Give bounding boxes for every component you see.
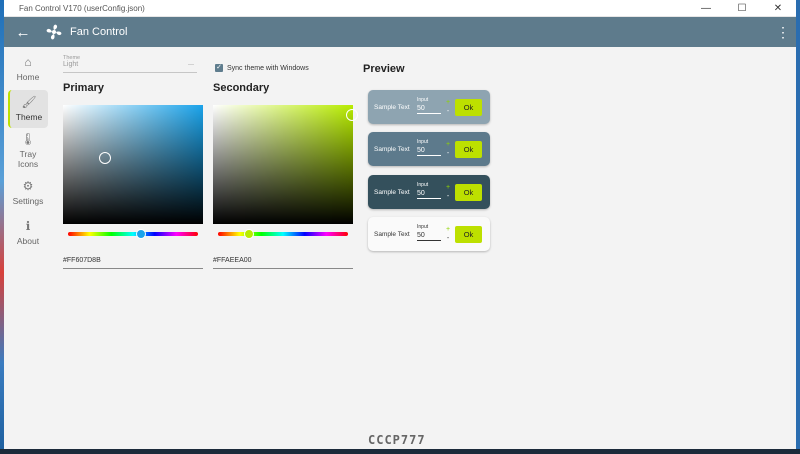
app-title: Fan Control <box>70 26 128 38</box>
info-icon: ℹ <box>25 218 31 233</box>
secondary-heading: Secondary <box>213 82 270 94</box>
primary-color-picker[interactable] <box>63 105 203 224</box>
sidebar-item-label: Tray Icons <box>17 148 39 169</box>
secondary-hue-slider[interactable] <box>218 229 348 239</box>
sidebar-item-about[interactable]: ℹ About <box>8 214 48 252</box>
sidebar-item-label: Theme <box>15 111 43 122</box>
gear-icon: ⚙ <box>22 178 34 193</box>
primary-color-selector[interactable] <box>99 152 111 164</box>
primary-hue-thumb[interactable] <box>135 229 146 239</box>
decrement-button[interactable]: - <box>443 192 453 201</box>
sample-input[interactable]: Input 50 <box>417 95 443 119</box>
secondary-color-picker[interactable] <box>213 105 358 224</box>
value-overlay <box>63 105 203 224</box>
sidebar-item-home[interactable]: ⌂ Home <box>8 50 48 88</box>
secondary-color-selector[interactable] <box>346 109 358 121</box>
sidebar-item-label: Home <box>16 71 40 82</box>
sample-input-label: Input <box>417 182 429 188</box>
sample-input-label: Input <box>417 97 429 103</box>
value-overlay <box>213 105 353 224</box>
sample-input[interactable]: Input 50 <box>417 222 443 246</box>
sidebar-item-theme[interactable]: 🖌 Theme <box>8 90 48 128</box>
taskbar <box>0 449 800 454</box>
preview-card: Sample Text Input 50 + - Ok <box>368 132 490 166</box>
dropdown-arrow-icon: — <box>188 62 194 68</box>
stepper[interactable]: + - <box>443 225 453 243</box>
theme-select-value: Light <box>63 61 79 68</box>
sample-input-label: Input <box>417 139 429 145</box>
sample-text: Sample Text <box>374 188 410 196</box>
home-icon: ⌂ <box>24 54 32 69</box>
sidebar-item-label: About <box>16 235 40 246</box>
sidebar: ⌂ Home 🖌 Theme 🌡 Tray Icons ⚙ Settings ℹ… <box>4 48 52 254</box>
secondary-hue-thumb[interactable] <box>244 229 255 239</box>
paint-bucket-icon: 🖌 <box>21 94 37 109</box>
increment-button[interactable]: + <box>443 183 453 192</box>
sidebar-item-settings[interactable]: ⚙ Settings <box>8 174 48 212</box>
app-window: Fan Control V170 (userConfig.json) — ☐ ✕… <box>4 0 796 449</box>
preview-card: Sample Text Input 50 + - Ok <box>368 90 490 124</box>
ok-button[interactable]: Ok <box>455 98 482 116</box>
close-button[interactable]: ✕ <box>760 0 796 17</box>
increment-button[interactable]: + <box>443 98 453 107</box>
window-title: Fan Control V170 (userConfig.json) <box>19 3 145 13</box>
stepper[interactable]: + - <box>443 98 453 116</box>
increment-button[interactable]: + <box>443 140 453 149</box>
ok-button[interactable]: Ok <box>455 140 482 158</box>
sample-input[interactable]: Input 50 <box>417 180 443 204</box>
increment-button[interactable]: + <box>443 225 453 234</box>
checkbox-checked-icon[interactable]: ✓ <box>215 64 223 72</box>
sample-input-value[interactable]: 50 <box>417 147 441 156</box>
thermometer-icon: 🌡 <box>20 131 36 146</box>
sample-input-value[interactable]: 50 <box>417 190 441 199</box>
back-arrow-icon[interactable]: ← <box>4 24 42 41</box>
sample-text: Sample Text <box>374 145 410 153</box>
sample-text: Sample Text <box>374 103 410 111</box>
stepper[interactable]: + - <box>443 183 453 201</box>
ok-button[interactable]: Ok <box>455 225 482 243</box>
ok-button[interactable]: Ok <box>455 183 482 201</box>
sidebar-item-label: Settings <box>12 195 44 206</box>
decrement-button[interactable]: - <box>443 107 453 116</box>
sample-input-label: Input <box>417 224 429 230</box>
primary-heading: Primary <box>63 82 104 94</box>
theme-select[interactable]: Theme Light — <box>63 55 197 73</box>
sidebar-item-tray-icons[interactable]: 🌡 Tray Icons <box>8 130 48 172</box>
app-bar: ← Fan Control ⋮ <box>4 17 796 47</box>
desktop-background-right <box>796 0 800 454</box>
primary-hue-slider[interactable] <box>68 229 198 239</box>
preview-card: Sample Text Input 50 + - Ok <box>368 175 490 209</box>
stepper[interactable]: + - <box>443 140 453 158</box>
primary-hex-input[interactable]: #FF607D8B <box>63 256 203 269</box>
preview-card: Sample Text Input 50 + - Ok <box>368 217 490 251</box>
decrement-button[interactable]: - <box>443 234 453 243</box>
preview-heading: Preview <box>363 63 405 75</box>
sync-theme-checkbox[interactable]: ✓ Sync theme with Windows <box>215 64 309 72</box>
sample-input-value[interactable]: 50 <box>417 105 441 114</box>
maximize-button[interactable]: ☐ <box>724 0 760 17</box>
secondary-hex-input[interactable]: #FFAEEA00 <box>213 256 353 269</box>
watermark: CCCP777 <box>368 433 426 447</box>
minimize-button[interactable]: — <box>688 0 724 17</box>
sync-theme-label: Sync theme with Windows <box>227 64 309 72</box>
decrement-button[interactable]: - <box>443 149 453 158</box>
sample-input[interactable]: Input 50 <box>417 137 443 161</box>
more-options-icon[interactable]: ⋮ <box>770 24 796 41</box>
fan-logo-icon <box>46 24 62 40</box>
sample-text: Sample Text <box>374 230 410 238</box>
sample-input-value[interactable]: 50 <box>417 232 441 241</box>
title-bar[interactable]: Fan Control V170 (userConfig.json) — ☐ ✕ <box>4 0 796 17</box>
